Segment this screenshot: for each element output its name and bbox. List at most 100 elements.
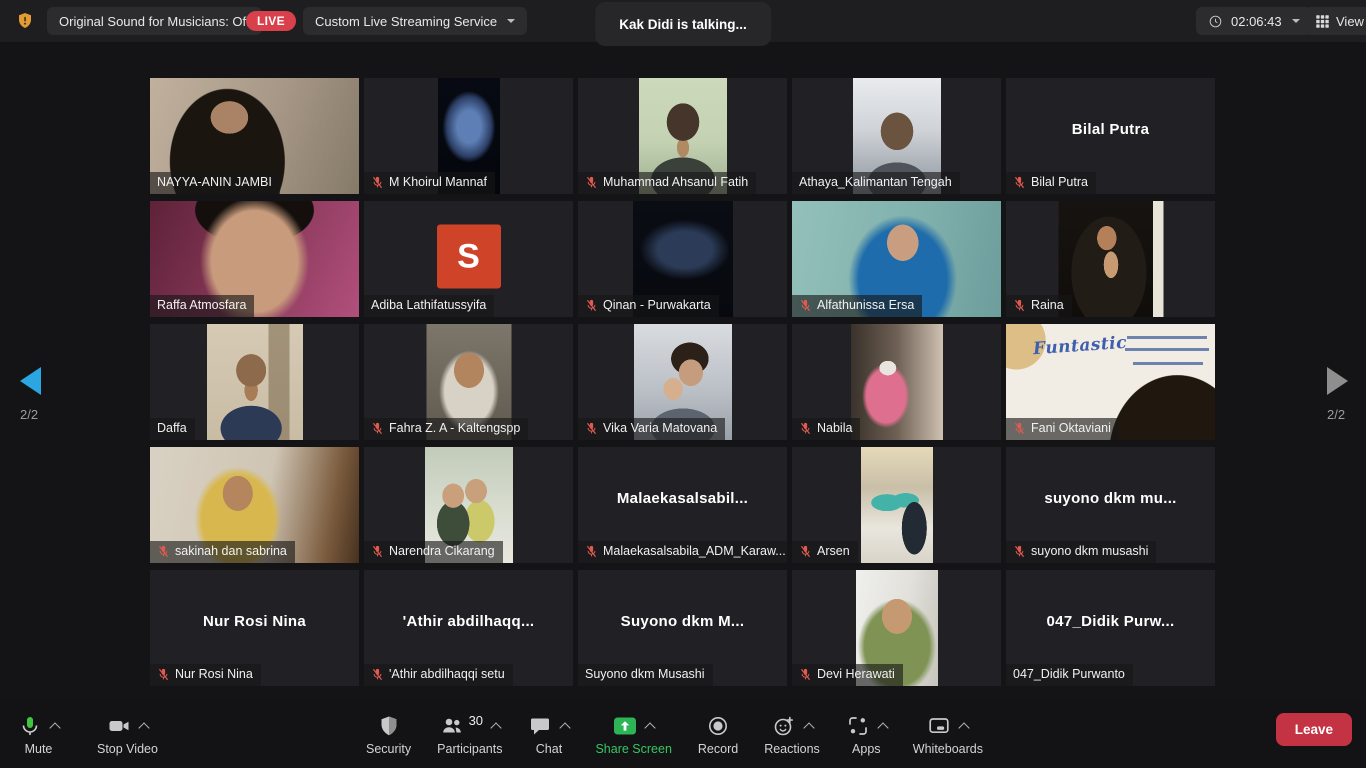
streaming-service-label: Custom Live Streaming Service [315,14,497,29]
mic-muted-icon [371,176,384,189]
participant-gallery: NAYYA-ANIN JAMBI M Khoirul Mannaf Muhamm… [150,78,1215,686]
participant-tile[interactable]: Suyono dkm M... Suyono dkm Musashi [578,570,787,686]
chevron-up-icon[interactable] [803,722,814,733]
participant-name-label: Muhammad Ahsanul Fatih [578,172,756,194]
participant-tile[interactable]: Raina [1006,201,1215,317]
participant-name-label: sakinah dan sabrina [150,541,295,563]
apps-button[interactable]: Apps [846,711,887,756]
participant-name-label: Suyono dkm Musashi [578,664,713,686]
grid-view-icon [1315,14,1330,29]
share-screen-icon [613,714,637,738]
chevron-up-icon[interactable] [645,722,656,733]
participant-display-name: Malaekasalsabil... [578,447,787,549]
participant-tile[interactable]: suyono dkm mu... suyono dkm musashi [1006,447,1215,563]
camera-icon [107,714,131,738]
whiteboards-button[interactable]: Whiteboards [913,711,983,756]
participant-name-label: 047_Didik Purwanto [1006,664,1133,686]
participant-display-name: suyono dkm mu... [1006,447,1215,549]
participant-name-label: Fahra Z. A - Kaltengspp [364,418,528,440]
participant-name-label: 'Athir abdilhaqqi setu [364,664,513,686]
participant-tile[interactable]: Qinan - Purwakarta [578,201,787,317]
reactions-icon [772,714,796,738]
participant-tile[interactable]: NAYYA-ANIN JAMBI [150,78,359,194]
mic-muted-icon [371,545,384,558]
participant-name-label: Narendra Cikarang [364,541,503,563]
security-button[interactable]: Security [366,711,411,756]
participant-name-label: Raina [1006,295,1072,317]
participant-video [851,324,943,440]
participant-tile[interactable]: M Khoirul Mannaf [364,78,573,194]
participant-tile[interactable]: S Adiba Lathifatussyifa [364,201,573,317]
participant-tile[interactable]: Devi Herawati [792,570,1001,686]
leave-button[interactable]: Leave [1276,713,1352,746]
participant-tile[interactable]: Alfathunissa Ersa [792,201,1001,317]
participant-name-label: NAYYA-ANIN JAMBI [150,172,280,194]
participant-name-label: Arsen [792,541,858,563]
original-sound-button[interactable]: Original Sound for Musicians: Off [47,7,262,35]
participant-tile[interactable]: Nur Rosi Nina Nur Rosi Nina [150,570,359,686]
meeting-timer-dropdown[interactable]: 02:06:43 [1196,7,1312,35]
whiteboards-icon [927,714,951,738]
participant-tile[interactable]: Daffa [150,324,359,440]
participant-name-label: Vika Varia Matovana [578,418,725,440]
chevron-up-icon[interactable] [490,722,501,733]
participants-button[interactable]: 30 Participants [437,711,502,756]
participant-name-label: Raffa Atmosfara [150,295,254,317]
participant-name-label: M Khoirul Mannaf [364,172,495,194]
participant-tile[interactable]: Bilal Putra Bilal Putra [1006,78,1215,194]
participant-tile[interactable]: Arsen [792,447,1001,563]
next-page-arrow[interactable] [1327,367,1348,395]
share-screen-button[interactable]: Share Screen [595,711,671,756]
participant-tile[interactable]: Funtastic Fani Oktaviani [1006,324,1215,440]
original-sound-label: Original Sound for Musicians: Off [59,14,250,29]
reactions-button[interactable]: Reactions [764,711,820,756]
participant-tile[interactable]: Narendra Cikarang [364,447,573,563]
security-warning-icon[interactable] [16,10,34,31]
mic-muted-icon [585,176,598,189]
previous-page-arrow[interactable] [20,367,41,395]
participant-tile[interactable]: Muhammad Ahsanul Fatih [578,78,787,194]
participant-tile[interactable]: Fahra Z. A - Kaltengspp [364,324,573,440]
chevron-up-icon[interactable] [877,722,888,733]
mic-muted-icon [585,299,598,312]
mute-button[interactable]: Mute [18,711,59,756]
mic-muted-icon [1013,545,1026,558]
participant-tile[interactable]: 047_Didik Purw... 047_Didik Purwanto [1006,570,1215,686]
view-button[interactable]: View [1305,7,1366,35]
participant-tile[interactable]: Nabila [792,324,1001,440]
mic-muted-icon [799,545,812,558]
streaming-service-dropdown[interactable]: Custom Live Streaming Service [303,7,527,35]
stop-video-button[interactable]: Stop Video [97,711,158,756]
participant-name-label: Malaekasalsabila_ADM_Karaw... [578,541,787,563]
mic-muted-icon [1013,299,1026,312]
participant-tile[interactable]: sakinah dan sabrina [150,447,359,563]
participant-name-label: Qinan - Purwakarta [578,295,719,317]
chat-button[interactable]: Chat [528,711,569,756]
chevron-down-icon [507,19,515,23]
participant-name-label: suyono dkm musashi [1006,541,1156,563]
chevron-up-icon[interactable] [560,722,571,733]
participant-name-label: Fani Oktaviani [1006,418,1119,440]
participant-tile[interactable]: Raffa Atmosfara [150,201,359,317]
participants-icon [440,714,464,738]
chevron-up-icon[interactable] [138,722,149,733]
participant-tile[interactable]: Vika Varia Matovana [578,324,787,440]
mic-muted-icon [585,545,598,558]
participant-name-label: Devi Herawati [792,664,903,686]
participant-tile[interactable]: Athaya_Kalimantan Tengah [792,78,1001,194]
participant-display-name: Suyono dkm M... [578,570,787,672]
record-button[interactable]: Record [698,711,738,756]
record-icon [706,714,730,738]
chevron-down-icon [1292,19,1300,23]
chevron-up-icon[interactable] [49,722,60,733]
apps-icon [846,714,870,738]
page-indicator: 2/2 [1327,407,1345,422]
page-indicator: 2/2 [20,407,38,422]
meeting-toolbar: Mute Stop Video Security 30 Participants [0,700,1366,768]
participant-tile[interactable]: Malaekasalsabil... Malaekasalsabila_ADM_… [578,447,787,563]
participant-tile[interactable]: 'Athir abdilhaqq... 'Athir abdilhaqqi se… [364,570,573,686]
participant-display-name: Nur Rosi Nina [150,570,359,672]
shield-icon [377,714,401,738]
chat-icon [528,714,552,738]
chevron-up-icon[interactable] [959,722,970,733]
